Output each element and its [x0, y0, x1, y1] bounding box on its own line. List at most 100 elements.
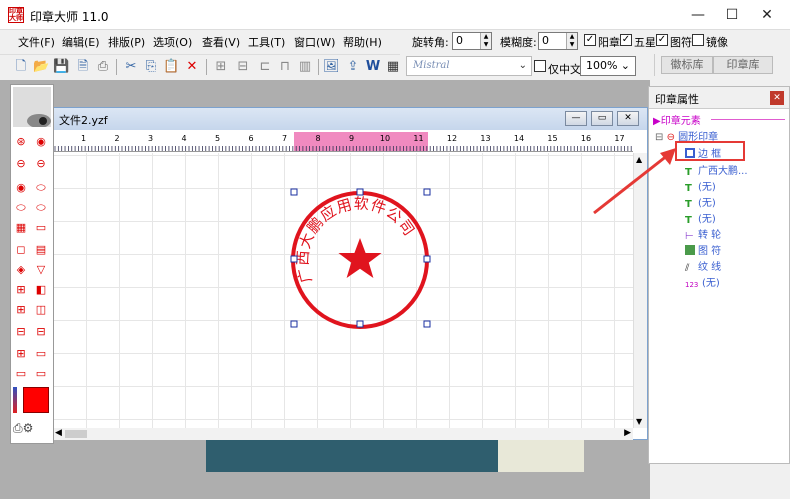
- strip-small-icon[interactable]: ▭: [12, 365, 30, 381]
- menu-file[interactable]: 文件(F): [18, 34, 55, 50]
- layout-a-icon[interactable]: ⊟: [12, 323, 30, 339]
- minimize-button[interactable]: —: [683, 4, 713, 26]
- pointer-arrow: [593, 148, 676, 215]
- distribute-icon[interactable]: ⊟: [234, 58, 252, 76]
- menu-tools[interactable]: 工具(T): [248, 34, 285, 50]
- scroll-left-icon[interactable]: ◀: [55, 428, 62, 438]
- diamond-icon[interactable]: ◈: [12, 261, 30, 277]
- circle-bar-icon[interactable]: ⊖: [32, 155, 50, 171]
- tree-item-text[interactable]: T 广西大鹏...: [685, 162, 748, 178]
- strip-line-icon[interactable]: ▭: [32, 365, 50, 381]
- spin-arrows-icon[interactable]: ▲ ▼: [566, 33, 577, 49]
- oval-eye-icon[interactable]: ◉: [12, 179, 30, 195]
- close-button[interactable]: ✕: [752, 4, 782, 26]
- document-title: 文件2.yzf: [59, 114, 108, 127]
- align-left-icon[interactable]: ⊏: [256, 58, 274, 76]
- scroll-down-icon[interactable]: ▼: [636, 417, 642, 426]
- wuxing-checkbox[interactable]: ✓: [620, 34, 632, 46]
- align-icon[interactable]: ⊞: [212, 58, 230, 76]
- column-icon[interactable]: ◫: [32, 301, 50, 317]
- rect-stamp-icon[interactable]: ▭: [32, 219, 50, 235]
- cut-icon[interactable]: ✂: [122, 58, 140, 76]
- tree-item-label: (无): [698, 182, 716, 193]
- word-icon[interactable]: W: [364, 58, 382, 76]
- tree-item-number[interactable]: 123 (无): [685, 274, 720, 290]
- star-stamp-icon[interactable]: ⊛: [12, 133, 30, 149]
- tab-logo-library[interactable]: 徽标库: [661, 56, 713, 74]
- doc-minimize-button[interactable]: —: [565, 111, 587, 126]
- close-icon[interactable]: ✕: [770, 91, 784, 105]
- delete-icon[interactable]: ✕: [183, 58, 201, 76]
- menu-layout[interactable]: 排版(P): [108, 34, 145, 50]
- jingxiang-checkbox[interactable]: [692, 34, 704, 46]
- round-stamp-icon[interactable]: ◉: [32, 133, 50, 149]
- tree-item-label: 转 轮: [698, 230, 722, 241]
- tab-stamp-library[interactable]: 印章库: [713, 56, 773, 74]
- menu-help[interactable]: 帮助(H): [343, 34, 382, 50]
- oval-double-icon[interactable]: ⬭: [32, 199, 50, 215]
- rotate-input[interactable]: 0 ▲ ▼: [452, 32, 492, 50]
- wuxing-label: 五星: [634, 36, 656, 49]
- color-swatch[interactable]: [23, 387, 49, 413]
- library-tabs: 徽标库 印章库: [654, 54, 790, 76]
- chinese-only-checkbox[interactable]: [534, 60, 546, 72]
- scroll-thumb[interactable]: [65, 430, 87, 438]
- rect-bar-icon[interactable]: ▤: [32, 241, 50, 257]
- tufu-checkbox[interactable]: ✓: [656, 34, 668, 46]
- chart-icon[interactable]: ▥: [296, 58, 314, 76]
- tree-item-line[interactable]: ⫽ 纹 线: [685, 258, 721, 274]
- four-grid-icon[interactable]: ⊞: [12, 281, 30, 297]
- oval-stamp-icon[interactable]: ⬭: [32, 179, 50, 195]
- square-stamp-icon[interactable]: ◻: [12, 241, 30, 257]
- split-grid-icon[interactable]: ◧: [32, 281, 50, 297]
- triangle-icon[interactable]: ▽: [32, 261, 50, 277]
- print-preview-icon[interactable]: 🗎: [74, 58, 92, 76]
- font-select[interactable]: Mistral ⌄: [406, 56, 532, 76]
- new-file-icon[interactable]: 🗋: [12, 58, 30, 76]
- yangzhang-label: 阳章: [598, 36, 620, 49]
- grid-icon[interactable]: ▦: [384, 58, 402, 76]
- scanner-icon[interactable]: ⎙⚙: [13, 421, 49, 439]
- layout-b-icon[interactable]: ⊟: [32, 323, 50, 339]
- tree-item-label: 纹 线: [698, 262, 722, 273]
- maximize-button[interactable]: ☐: [717, 4, 747, 26]
- horizontal-scrollbar[interactable]: ◀ ▶: [53, 428, 633, 440]
- yangzhang-checkbox[interactable]: ✓: [584, 34, 596, 46]
- blur-input[interactable]: 0 ▲ ▼: [538, 32, 578, 50]
- strip-icon[interactable]: ▭: [32, 345, 50, 361]
- star-icon[interactable]: [338, 238, 382, 278]
- menu-view[interactable]: 查看(V): [202, 34, 240, 50]
- zoom-value: 100%: [586, 59, 618, 72]
- menu-edit[interactable]: 编辑(E): [62, 34, 100, 50]
- tree-item-wheel[interactable]: ⊢ 转 轮: [685, 226, 721, 242]
- open-folder-icon[interactable]: 📂: [32, 58, 50, 76]
- tree-item-text-3[interactable]: T (无): [685, 194, 716, 210]
- menu-options[interactable]: 选项(O): [153, 34, 192, 50]
- layout-c-icon[interactable]: ⊞: [12, 345, 30, 361]
- copy-icon[interactable]: ⎘: [142, 58, 160, 76]
- circle-line-icon[interactable]: ⊖: [12, 155, 30, 171]
- scroll-right-icon[interactable]: ▶: [624, 428, 631, 438]
- tree-item-text-2[interactable]: T (无): [685, 178, 716, 194]
- tree-item-text-4[interactable]: T (无): [685, 210, 716, 226]
- print-icon[interactable]: ⎙: [94, 58, 112, 76]
- save-icon[interactable]: 💾: [52, 58, 70, 76]
- properties-header: 印章属性 ✕: [649, 87, 789, 109]
- doc-close-button[interactable]: ✕: [617, 111, 639, 126]
- tree-item-image[interactable]: 图 符: [685, 242, 721, 257]
- align-top-icon[interactable]: ⊓: [276, 58, 294, 76]
- doc-restore-button[interactable]: ▭: [591, 111, 613, 126]
- image-insert-icon[interactable]: 🖼: [322, 58, 340, 76]
- paste-icon[interactable]: 📋: [162, 58, 180, 76]
- quad-icon[interactable]: ⊞: [12, 301, 30, 317]
- gradient-bar[interactable]: [13, 387, 17, 413]
- round-stamp[interactable]: 广西大鹏应用软件公司: [280, 180, 440, 340]
- export-icon[interactable]: ⇪: [344, 58, 362, 76]
- zoom-select[interactable]: 100% ⌄: [580, 56, 636, 76]
- text-add-icon: T: [685, 215, 692, 226]
- spin-arrows-icon[interactable]: ▲ ▼: [480, 33, 491, 49]
- oval-line-icon[interactable]: ⬭: [12, 199, 30, 215]
- menu-window[interactable]: 窗口(W): [294, 34, 335, 50]
- grid-square-icon[interactable]: ▦: [12, 219, 30, 235]
- collapse-icon[interactable]: ⊟: [655, 132, 663, 143]
